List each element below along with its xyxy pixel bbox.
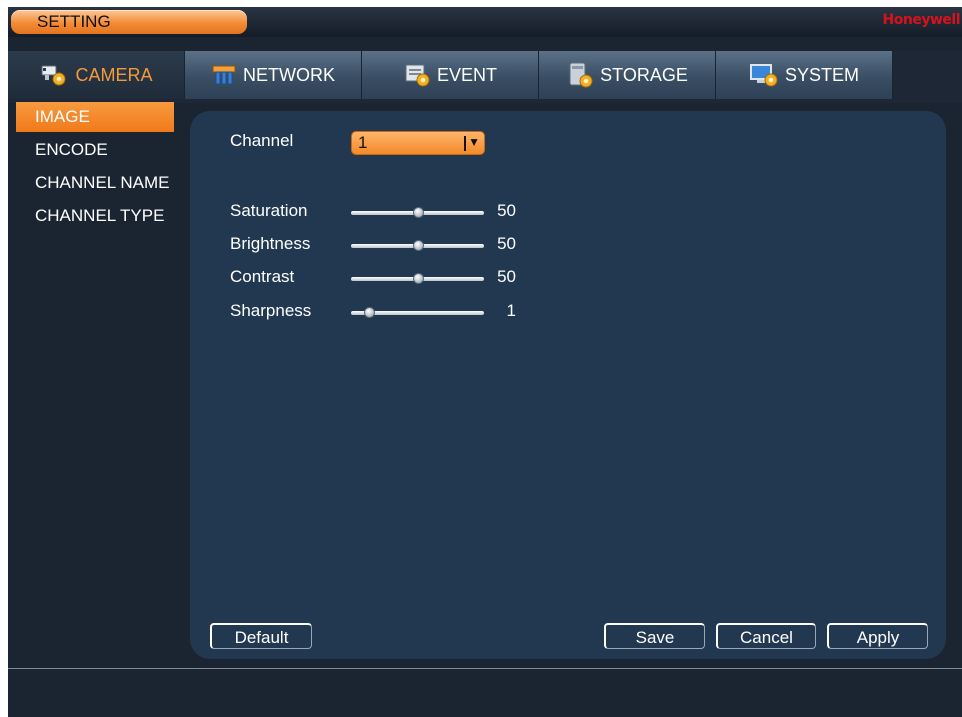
select-divider <box>464 136 466 151</box>
tab-system[interactable]: SYSTEM <box>716 51 893 99</box>
cancel-button[interactable]: Cancel <box>716 623 816 649</box>
settings-window: SETTING Honeywell CAMERA NETWORK EVENT S… <box>8 7 962 717</box>
contrast-slider[interactable] <box>351 270 484 288</box>
tab-camera-label: CAMERA <box>75 64 153 85</box>
tab-system-label: SYSTEM <box>784 64 859 85</box>
title-bar: SETTING Honeywell <box>8 7 962 37</box>
window-title: SETTING <box>37 12 111 31</box>
camera-gear-icon <box>39 62 69 88</box>
system-monitor-icon <box>749 62 779 88</box>
tab-storage[interactable]: STORAGE <box>539 51 716 99</box>
tab-network-label: NETWORK <box>243 64 335 85</box>
tab-event[interactable]: EVENT <box>362 51 539 99</box>
status-footer <box>8 669 962 717</box>
slider-thumb[interactable] <box>412 240 424 251</box>
network-icon <box>211 63 237 87</box>
sidebar-item-channel-name[interactable]: CHANNEL NAME <box>16 168 174 198</box>
saturation-slider[interactable] <box>351 204 484 222</box>
contrast-value: 50 <box>497 267 516 286</box>
image-settings-panel: Channel 1 ▼ Saturation 50 Brightness 50 … <box>190 111 946 659</box>
slider-thumb[interactable] <box>412 273 424 284</box>
setting-title-pill: SETTING <box>11 10 247 34</box>
contrast-label: Contrast <box>230 267 295 286</box>
channel-select[interactable]: 1 ▼ <box>351 131 485 155</box>
sidebar-item-encode[interactable]: ENCODE <box>16 135 174 165</box>
slider-thumb[interactable] <box>363 307 375 318</box>
sidebar-item-channel-type[interactable]: CHANNEL TYPE <box>16 201 174 231</box>
tab-camera[interactable]: CAMERA <box>8 51 185 99</box>
channel-label: Channel <box>230 131 294 150</box>
channel-select-value: 1 <box>358 133 368 152</box>
sharpness-label: Sharpness <box>230 301 312 320</box>
brightness-label: Brightness <box>230 234 311 253</box>
sharpness-slider[interactable] <box>351 304 484 322</box>
slider-thumb[interactable] <box>412 207 424 218</box>
storage-icon <box>566 61 594 89</box>
tab-bar: CAMERA NETWORK EVENT STORAGE SYSTEM <box>8 51 962 103</box>
save-button[interactable]: Save <box>604 623 705 649</box>
tab-event-label: EVENT <box>436 64 497 85</box>
brand-logo: Honeywell <box>882 12 961 28</box>
saturation-label: Saturation <box>230 201 308 220</box>
tab-storage-label: STORAGE <box>600 64 688 85</box>
tab-network[interactable]: NETWORK <box>185 51 362 99</box>
brightness-value: 50 <box>497 234 516 253</box>
chevron-down-icon: ▼ <box>468 135 480 149</box>
apply-button[interactable]: Apply <box>827 623 928 649</box>
sharpness-value: 1 <box>506 301 516 320</box>
default-button[interactable]: Default <box>210 623 312 649</box>
brightness-slider[interactable] <box>351 237 484 255</box>
saturation-value: 50 <box>497 201 516 220</box>
event-icon <box>403 62 431 88</box>
sidebar-item-image[interactable]: IMAGE <box>16 102 174 132</box>
